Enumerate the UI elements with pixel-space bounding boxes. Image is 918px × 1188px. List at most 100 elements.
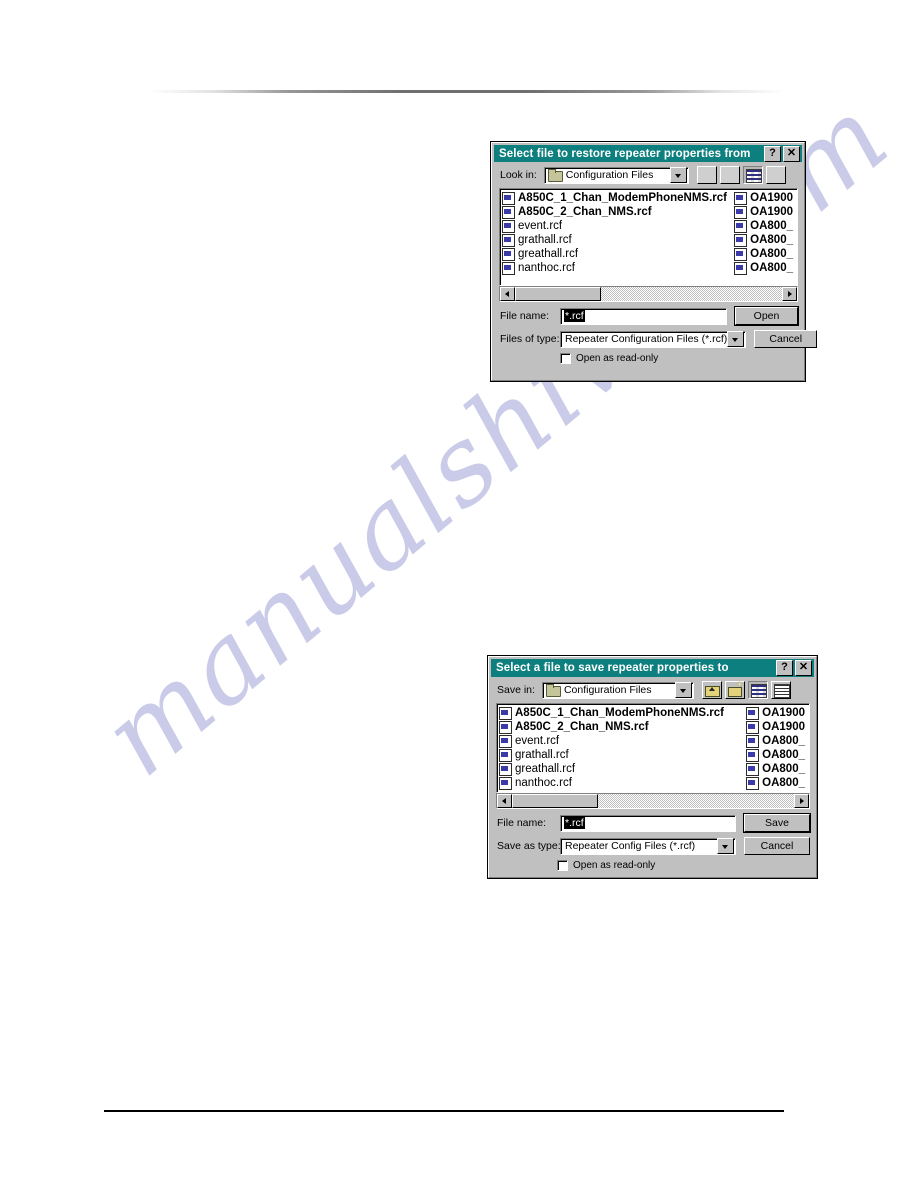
list-item[interactable]: A850C_2_Chan_NMS.rcf — [502, 205, 734, 219]
filename-input[interactable]: *.rcf — [560, 307, 727, 325]
list-item[interactable]: OA1900 — [734, 191, 797, 205]
list-item[interactable]: grathall.rcf — [499, 748, 746, 762]
filename-value: *.rcf — [564, 817, 585, 829]
list-item[interactable]: OA800_ — [734, 219, 797, 233]
new-folder-button[interactable] — [724, 680, 745, 699]
close-button[interactable]: ✕ — [783, 145, 800, 162]
rcf-file-icon — [502, 191, 515, 205]
left-arrow-icon[interactable] — [500, 287, 515, 301]
horizontal-scrollbar[interactable] — [496, 793, 810, 809]
save-file-dialog: Select a file to save repeater propertie… — [487, 655, 818, 879]
list-view-button[interactable] — [747, 681, 768, 699]
savein-combobox[interactable]: Configuration Files — [541, 681, 694, 699]
rcf-file-icon — [746, 748, 760, 762]
file-name: A850C_2_Chan_NMS.rcf — [515, 721, 649, 733]
list-item[interactable]: OA800_ — [746, 748, 809, 762]
chevron-down-icon[interactable] — [669, 167, 687, 183]
savetype-combobox[interactable]: Repeater Config Files (*.rcf) — [560, 837, 736, 855]
list-view-button[interactable] — [742, 166, 763, 184]
cancel-button[interactable]: Cancel — [754, 330, 818, 348]
scrollbar-thumb[interactable] — [515, 287, 601, 301]
open-button[interactable]: Open — [735, 307, 798, 325]
details-view-button[interactable] — [765, 166, 786, 184]
new-folder-button[interactable] — [719, 166, 740, 184]
rcf-file-icon — [734, 219, 748, 233]
scrollbar-thumb[interactable] — [512, 794, 598, 808]
left-arrow-icon[interactable] — [497, 794, 512, 808]
list-item[interactable]: event.rcf — [499, 734, 746, 748]
dialog-titlebar[interactable]: Select file to restore repeater properti… — [494, 145, 802, 162]
new-folder-icon — [727, 680, 743, 697]
new-folder-icon — [723, 169, 737, 181]
up-one-level-button[interactable] — [701, 681, 722, 699]
list-item[interactable]: OA800_ — [734, 261, 797, 275]
lookin-combobox[interactable]: Configuration Files — [543, 166, 689, 184]
file-list-panel[interactable]: A850C_1_Chan_ModemPhoneNMS.rcf A850C_2_C… — [496, 703, 810, 793]
save-button[interactable]: Save — [744, 814, 810, 832]
list-item[interactable]: greathall.rcf — [499, 762, 746, 776]
list-item[interactable]: event.rcf — [502, 219, 734, 233]
lookin-label: Look in: — [500, 169, 537, 181]
file-list-panel[interactable]: A850C_1_Chan_ModemPhoneNMS.rcf A850C_2_C… — [499, 188, 798, 286]
file-column-secondary: OA1900 OA1900 OA800_ OA800_ OA800_ OA800… — [746, 706, 809, 792]
list-item[interactable]: OA800_ — [734, 247, 797, 261]
rcf-file-icon — [499, 762, 512, 776]
up-one-level-button[interactable] — [696, 166, 717, 184]
chevron-down-icon[interactable] — [674, 682, 692, 698]
savein-label: Save in: — [497, 684, 535, 696]
file-name: nanthoc.rcf — [518, 262, 575, 274]
file-name: grathall.rcf — [518, 234, 572, 246]
scrollbar-track[interactable] — [515, 287, 782, 301]
scrollbar-track[interactable] — [512, 794, 794, 808]
list-item[interactable]: OA1900 — [746, 706, 809, 720]
dialog-title: Select file to restore repeater properti… — [499, 147, 751, 160]
file-name: OA800_ — [750, 262, 793, 274]
file-column-secondary: OA1900 OA1900 OA800_ OA800_ OA800_ OA800… — [734, 191, 797, 285]
readonly-checkbox[interactable] — [560, 353, 571, 364]
right-arrow-icon[interactable] — [782, 287, 797, 301]
horizontal-scrollbar[interactable] — [499, 286, 798, 302]
rcf-file-icon — [746, 720, 760, 734]
readonly-checkbox[interactable] — [557, 860, 568, 871]
rcf-file-icon — [502, 261, 515, 275]
rcf-file-icon — [746, 734, 760, 748]
list-item[interactable]: OA800_ — [746, 762, 809, 776]
dialog-titlebar[interactable]: Select a file to save repeater propertie… — [491, 659, 814, 677]
file-name: OA1900 — [750, 192, 793, 204]
list-item[interactable]: nanthoc.rcf — [502, 261, 734, 275]
list-item[interactable]: OA800_ — [734, 233, 797, 247]
cancel-button[interactable]: Cancel — [744, 837, 810, 855]
close-button[interactable]: ✕ — [795, 660, 812, 676]
list-item[interactable]: A850C_2_Chan_NMS.rcf — [499, 720, 746, 734]
list-item[interactable]: A850C_1_Chan_ModemPhoneNMS.rcf — [499, 706, 746, 720]
filetype-combobox[interactable]: Repeater Configuration Files (*.rcf) — [560, 330, 747, 348]
help-button[interactable]: ? — [764, 145, 781, 162]
list-item[interactable]: grathall.rcf — [502, 233, 734, 247]
rcf-file-icon — [502, 233, 515, 247]
list-view-icon — [745, 169, 762, 183]
up-one-level-icon — [700, 169, 714, 181]
readonly-row: Open as read-only — [500, 353, 798, 364]
rcf-file-icon — [734, 205, 748, 219]
chevron-down-icon[interactable] — [717, 838, 734, 854]
filename-label: File name: — [500, 310, 550, 322]
rcf-file-icon — [734, 247, 748, 261]
rcf-file-icon — [499, 706, 512, 720]
filename-input[interactable]: *.rcf — [560, 814, 736, 832]
list-item[interactable]: A850C_1_Chan_ModemPhoneNMS.rcf — [502, 191, 734, 205]
page-header-rule — [148, 90, 785, 93]
file-name: A850C_1_Chan_ModemPhoneNMS.rcf — [515, 707, 724, 719]
details-view-button[interactable] — [770, 681, 791, 699]
list-item[interactable]: greathall.rcf — [502, 247, 734, 261]
chevron-down-icon[interactable] — [727, 331, 745, 347]
right-arrow-icon[interactable] — [794, 794, 809, 808]
file-name: greathall.rcf — [515, 763, 576, 775]
help-button[interactable]: ? — [776, 660, 793, 676]
list-item[interactable]: OA1900 — [746, 720, 809, 734]
list-item[interactable]: OA800_ — [746, 734, 809, 748]
file-list: A850C_1_Chan_ModemPhoneNMS.rcf A850C_2_C… — [500, 189, 797, 285]
list-item[interactable]: nanthoc.rcf — [499, 776, 746, 790]
list-item[interactable]: OA800_ — [746, 776, 809, 790]
list-item[interactable]: OA1900 — [734, 205, 797, 219]
file-name: event.rcf — [518, 220, 563, 232]
